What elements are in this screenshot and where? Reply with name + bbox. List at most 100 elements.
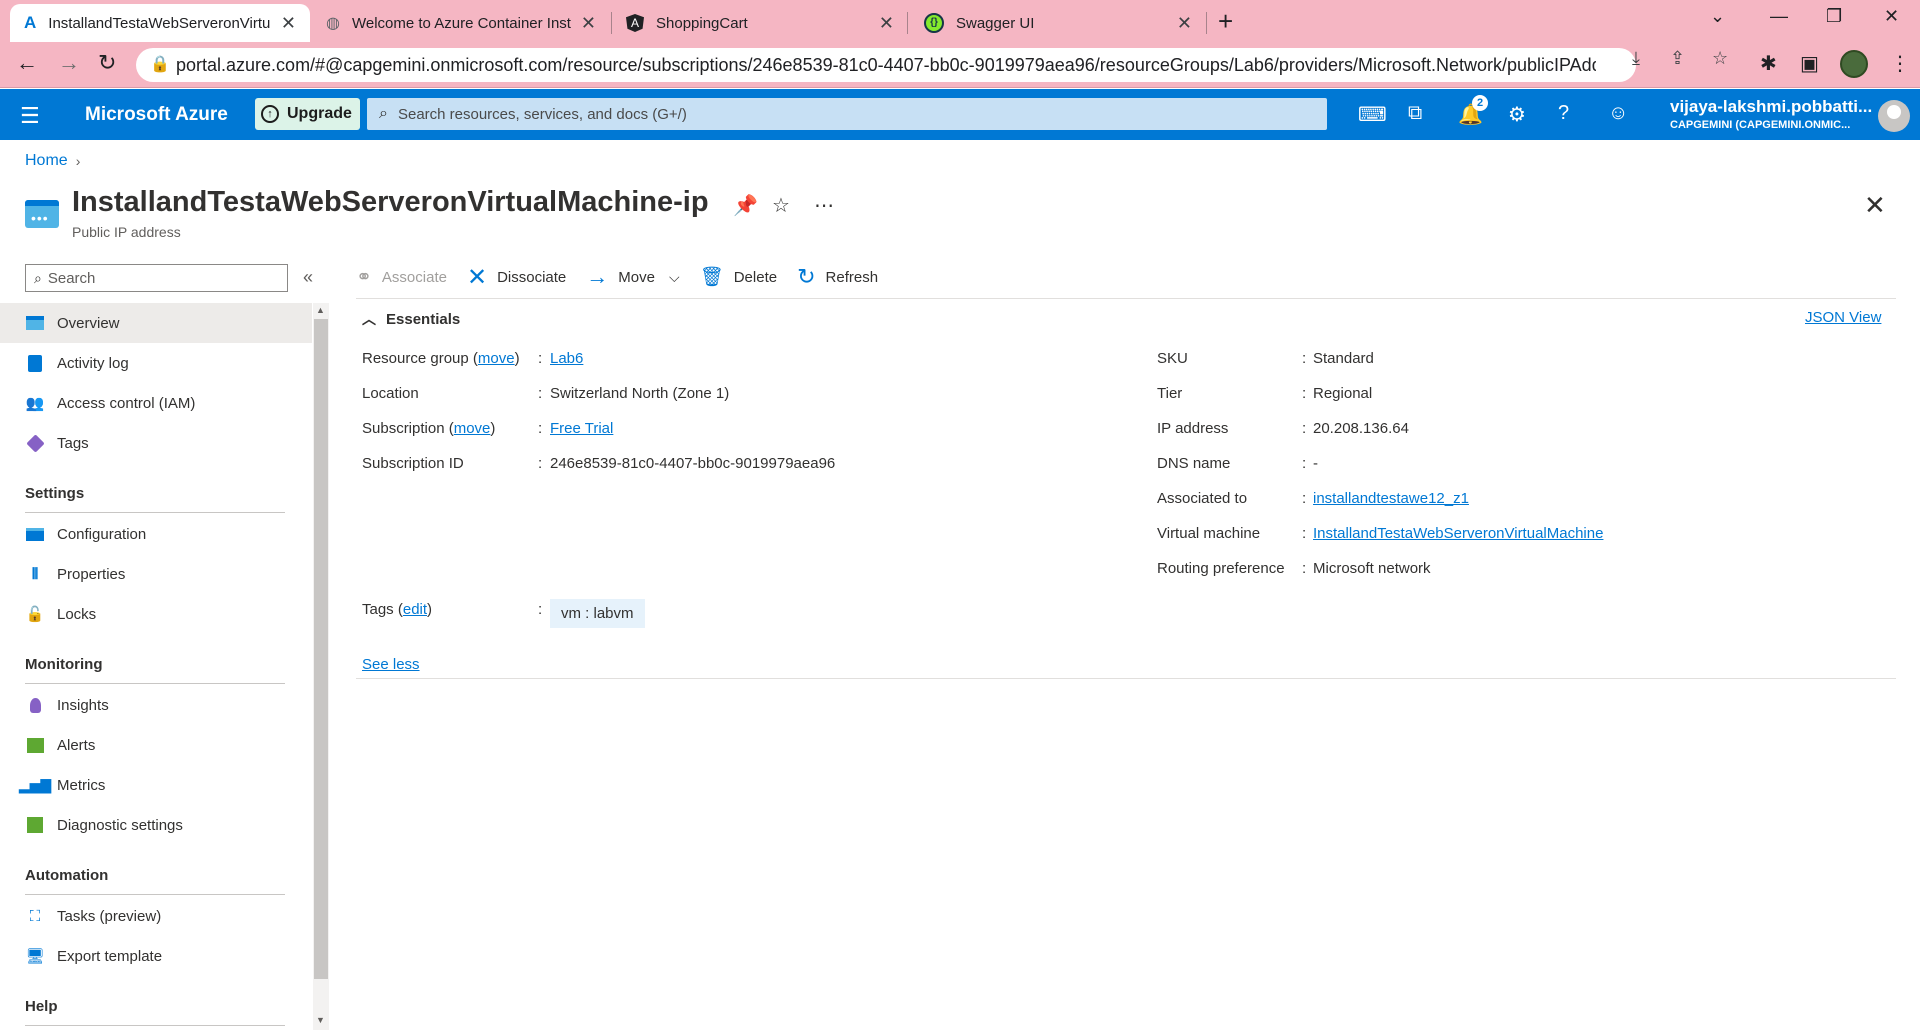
feedback-icon[interactable]: ☺	[1608, 102, 1628, 125]
close-icon[interactable]: ✕	[281, 13, 296, 34]
tab-search-icon[interactable]: ⌄	[1710, 6, 1725, 27]
favorite-star-icon[interactable]: ☆	[772, 193, 790, 218]
cloud-shell-icon[interactable]: ⌨	[1358, 102, 1387, 127]
close-blade-icon[interactable]: ✕	[1864, 190, 1886, 221]
reload-icon[interactable]: ↻	[98, 50, 116, 76]
sidebar-item-locks[interactable]: 🔓 Locks	[0, 594, 312, 634]
essentials-toggle[interactable]: ︿ Essentials	[362, 309, 460, 329]
sidebar-item-overview[interactable]: Overview	[0, 303, 312, 343]
lock-icon: 🔒	[150, 56, 170, 73]
tag-chip[interactable]: vm : labvm	[550, 599, 645, 628]
sidebar-item-insights[interactable]: Insights	[0, 685, 312, 725]
side-panel-icon[interactable]: ▣	[1800, 51, 1819, 76]
sidebar-item-tasks[interactable]: ⛶ Tasks (preview)	[0, 896, 312, 936]
chevron-down-icon: ⌵	[668, 268, 680, 285]
json-view-link[interactable]: JSON View	[1805, 309, 1881, 326]
colon: :	[1302, 455, 1307, 472]
export-template-icon: 🖥	[25, 948, 45, 965]
collapse-menu-icon[interactable]: «	[303, 267, 313, 288]
forward-icon[interactable]: →	[58, 50, 80, 76]
settings-gear-icon[interactable]: ⚙	[1508, 102, 1526, 127]
people-icon: 👥	[25, 395, 45, 412]
close-icon[interactable]: ✕	[1177, 13, 1192, 34]
colon: :	[1302, 525, 1307, 542]
sidebar-item-properties[interactable]: ⦀ Properties	[0, 554, 312, 594]
breadcrumb-home[interactable]: Home	[25, 152, 68, 170]
bookmark-star-icon[interactable]: ☆	[1712, 48, 1728, 69]
sidebar-item-activity-log[interactable]: Activity log	[0, 343, 312, 383]
sidebar-item-export-template[interactable]: 🖥 Export template	[0, 936, 312, 976]
refresh-label: Refresh	[825, 268, 879, 286]
window-close-icon[interactable]: ✕	[1884, 6, 1899, 27]
restore-icon[interactable]: ❐	[1826, 6, 1842, 27]
help-icon[interactable]: ?	[1558, 102, 1569, 125]
close-icon[interactable]: ✕	[581, 13, 596, 34]
refresh-button[interactable]: ↻ Refresh	[797, 264, 878, 290]
user-avatar[interactable]	[1878, 100, 1910, 132]
sidebar-item-tags[interactable]: Tags	[0, 423, 312, 463]
essentials-heading: Essentials	[386, 310, 461, 328]
close-icon[interactable]: ✕	[879, 13, 894, 34]
share-icon[interactable]: ⇪	[1670, 48, 1685, 69]
associate-button[interactable]: ⚭ Associate	[356, 266, 447, 289]
browser-tab-container[interactable]: ◍ Welcome to Azure Container Inst ✕	[312, 4, 610, 42]
install-icon[interactable]: ⤓	[1632, 48, 1640, 69]
profile-avatar[interactable]	[1840, 50, 1868, 78]
brand-title[interactable]: Microsoft Azure	[85, 104, 228, 126]
resource-menu-search[interactable]: ⌕	[25, 264, 288, 292]
trash-icon: 🗑	[699, 267, 724, 288]
pin-icon[interactable]: 📌	[733, 193, 758, 218]
resource-group-value[interactable]: Lab6	[550, 350, 583, 367]
subscription-value[interactable]: Free Trial	[550, 420, 613, 437]
sidebar-item-alerts[interactable]: Alerts	[0, 725, 312, 765]
browser-tab-azure[interactable]: A InstallandTestaWebServeronVirtu ✕	[10, 4, 310, 42]
upgrade-button[interactable]: ↑ Upgrade	[255, 98, 360, 130]
delete-button[interactable]: 🗑 Delete	[700, 265, 777, 289]
dissociate-button[interactable]: ✕ Dissociate	[467, 263, 566, 292]
globe-icon: ◍	[326, 15, 340, 32]
global-search[interactable]: ⌕	[367, 98, 1327, 130]
minimize-icon[interactable]: —	[1770, 6, 1788, 27]
user-name[interactable]: vijaya-lakshmi.pobbatti...	[1670, 97, 1872, 117]
label-text: Resource group	[362, 350, 469, 367]
browser-tab-swagger[interactable]: {} Swagger UI ✕	[910, 4, 1206, 42]
label-text: Subscription	[362, 420, 445, 437]
subscription-move-link[interactable]: move	[454, 420, 491, 437]
sidebar-item-label: Access control (IAM)	[57, 394, 196, 412]
global-search-input[interactable]	[397, 105, 1298, 123]
sidebar-item-access-control[interactable]: 👥 Access control (IAM)	[0, 383, 312, 423]
scroll-down-icon[interactable]: ▼	[316, 1015, 325, 1025]
scrollbar-thumb[interactable]	[314, 319, 328, 979]
extensions-icon[interactable]: ✱	[1760, 51, 1777, 76]
location-label: Location	[362, 385, 419, 402]
hamburger-menu-icon[interactable]: ☰	[20, 103, 40, 129]
tags-edit-link[interactable]: edit	[403, 601, 427, 618]
browser-menu-icon[interactable]: ⋮	[1890, 51, 1910, 76]
chevron-up-icon: ︿	[362, 311, 376, 327]
directory-filter-icon[interactable]: ⧉	[1408, 102, 1422, 125]
menu-scrollbar[interactable]: ▲ ▼	[313, 303, 329, 1030]
more-options-icon[interactable]: ⋯	[814, 193, 834, 218]
upgrade-label: Upgrade	[287, 105, 352, 122]
sidebar-item-configuration[interactable]: Configuration	[0, 514, 312, 554]
move-button[interactable]: → Move ⌵	[586, 264, 679, 290]
dns-name-label: DNS name	[1157, 455, 1231, 472]
resource-menu-search-input[interactable]	[47, 269, 268, 287]
tab-separator	[1206, 12, 1207, 34]
back-icon[interactable]: ←	[16, 50, 38, 76]
sidebar-item-diagnostic-settings[interactable]: Diagnostic settings	[0, 805, 312, 845]
resource-group-move-link[interactable]: move	[478, 350, 515, 367]
section-automation: Automation	[25, 867, 109, 884]
virtual-machine-value[interactable]: InstallandTestaWebServeronVirtualMachine	[1313, 525, 1603, 542]
url-field[interactable]: 🔒 portal.azure.com/#@capgemini.onmicroso…	[136, 48, 1636, 82]
new-tab-button[interactable]: +	[1218, 6, 1233, 37]
colon: :	[1302, 350, 1307, 367]
colon: :	[538, 420, 543, 437]
sidebar-item-metrics[interactable]: ▂▅▇ Metrics	[0, 765, 312, 805]
scroll-up-icon[interactable]: ▲	[316, 305, 325, 315]
browser-tab-shoppingcart[interactable]: A ShoppingCart ✕	[612, 4, 908, 42]
see-less-link[interactable]: See less	[362, 656, 420, 673]
configuration-icon	[25, 525, 45, 543]
associated-to-value[interactable]: installandtestawe12_z1	[1313, 490, 1469, 507]
dissociate-label: Dissociate	[497, 268, 567, 286]
